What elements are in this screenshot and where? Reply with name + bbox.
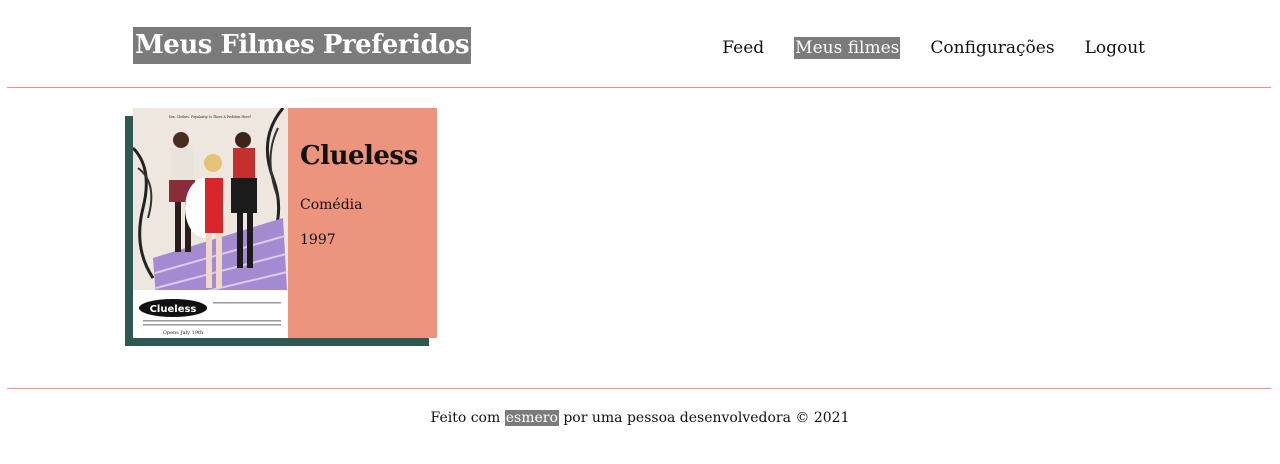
movie-title: Clueless xyxy=(300,141,418,171)
site-header: Meus Filmes Preferidos Feed Meus filmes … xyxy=(0,0,1280,88)
site-footer: Feito com esmero por uma pessoa desenvol… xyxy=(0,408,1280,428)
movie-poster: Clueless Sex. Clothes. Popularity. Is Th… xyxy=(133,108,288,338)
movie-card[interactable]: Clueless Sex. Clothes. Popularity. Is Th… xyxy=(133,108,437,338)
footer-text-before: Feito com xyxy=(430,410,501,426)
movie-genre: Comédia xyxy=(300,197,363,213)
site-title[interactable]: Meus Filmes Preferidos xyxy=(133,27,472,64)
nav-item-logout[interactable]: Logout xyxy=(1085,37,1145,59)
nav-item-meus-filmes[interactable]: Meus filmes xyxy=(794,37,901,59)
footer-text-after: por uma pessoa desenvolvedora © 2021 xyxy=(563,410,850,426)
nav-item-feed[interactable]: Feed xyxy=(722,37,764,59)
main-nav: Feed Meus filmes Configurações Logout xyxy=(722,37,1145,59)
poster-tagline: Sex. Clothes. Popularity. Is There A Pro… xyxy=(169,115,252,119)
movie-info: Clueless Comédia 1997 xyxy=(288,108,437,338)
footer-highlight: esmero xyxy=(504,410,559,426)
footer-divider xyxy=(7,388,1271,389)
poster-image: Clueless Sex. Clothes. Popularity. Is Th… xyxy=(133,108,288,338)
poster-release-text: Opens July 19th xyxy=(163,330,204,336)
movie-year: 1997 xyxy=(300,232,336,248)
nav-item-configuracoes[interactable]: Configurações xyxy=(930,37,1054,59)
poster-logo-text: Clueless xyxy=(150,304,197,315)
header-divider xyxy=(7,87,1271,88)
